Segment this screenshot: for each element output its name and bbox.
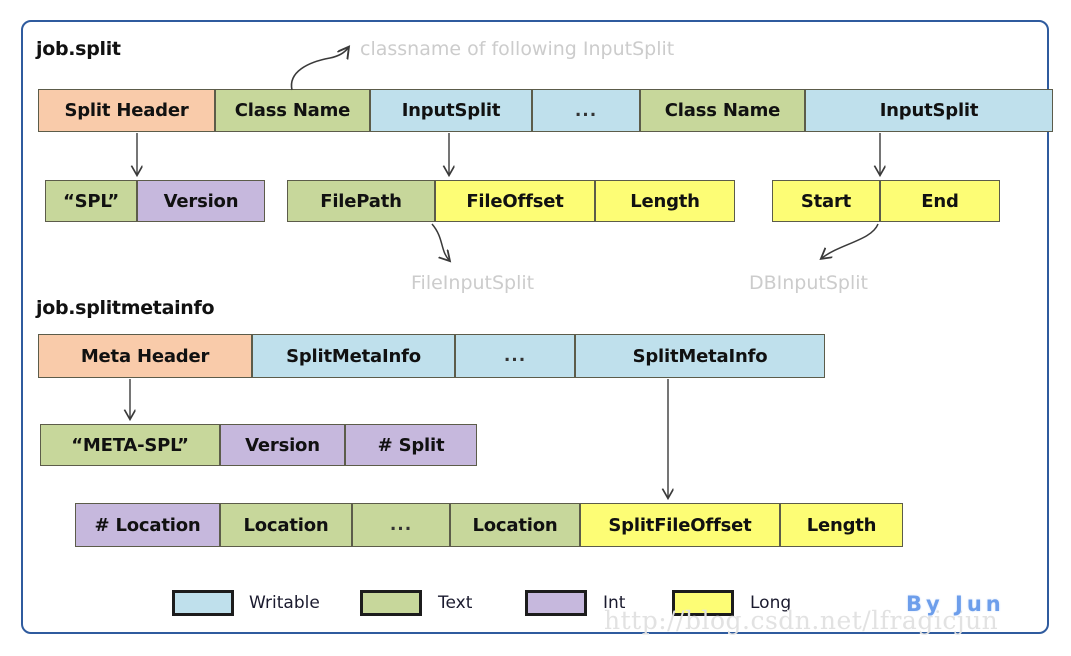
cell-split-header: Split Header xyxy=(38,89,215,132)
cell-input-split-1: InputSplit xyxy=(370,89,532,132)
diagram-canvas: job.split classname of following InputSp… xyxy=(0,0,1071,656)
cell-location-count: # Location xyxy=(75,503,220,547)
cell-meta-spl-magic: “META-SPL” xyxy=(40,424,220,466)
cell-split-length: Length xyxy=(780,503,903,547)
section-title-job-split: job.split xyxy=(36,38,121,60)
cell-ellipsis-location: ... xyxy=(352,503,450,547)
cell-file-length: Length xyxy=(595,180,735,222)
legend-swatch-writable xyxy=(172,590,234,616)
legend-swatch-int xyxy=(525,590,587,616)
annotation-classname: classname of following InputSplit xyxy=(360,38,675,60)
cell-class-name-2: Class Name xyxy=(640,89,805,132)
cell-spl-magic: “SPL” xyxy=(45,180,137,222)
cell-location-1: Location xyxy=(220,503,352,547)
cell-split-meta-info-1: SplitMetaInfo xyxy=(252,334,455,378)
cell-file-path: FilePath xyxy=(287,180,435,222)
cell-split-meta-info-2: SplitMetaInfo xyxy=(575,334,825,378)
cell-file-offset: FileOffset xyxy=(435,180,595,222)
cell-db-start: Start xyxy=(772,180,880,222)
cell-meta-header: Meta Header xyxy=(38,334,252,378)
legend-label-writable: Writable xyxy=(249,593,320,613)
cell-meta-version: Version xyxy=(220,424,345,466)
section-title-job-splitmetainfo: job.splitmetainfo xyxy=(36,297,215,319)
cell-split-file-offset: SplitFileOffset xyxy=(580,503,780,547)
legend-swatch-text xyxy=(360,590,422,616)
legend-label-text: Text xyxy=(438,593,473,613)
cell-class-name-1: Class Name xyxy=(215,89,370,132)
cell-meta-split-count: # Split xyxy=(345,424,477,466)
cell-db-end: End xyxy=(880,180,1000,222)
cell-location-2: Location xyxy=(450,503,580,547)
annotation-db-input-split: DBInputSplit xyxy=(749,272,868,294)
cell-split-header-version: Version xyxy=(137,180,265,222)
annotation-file-input-split: FileInputSplit xyxy=(411,272,535,294)
cell-ellipsis-job-split: ... xyxy=(532,89,640,132)
cell-input-split-2: InputSplit xyxy=(805,89,1053,132)
watermark-author: By Jun xyxy=(906,592,1005,616)
cell-ellipsis-splitmetainfo: ... xyxy=(455,334,575,378)
